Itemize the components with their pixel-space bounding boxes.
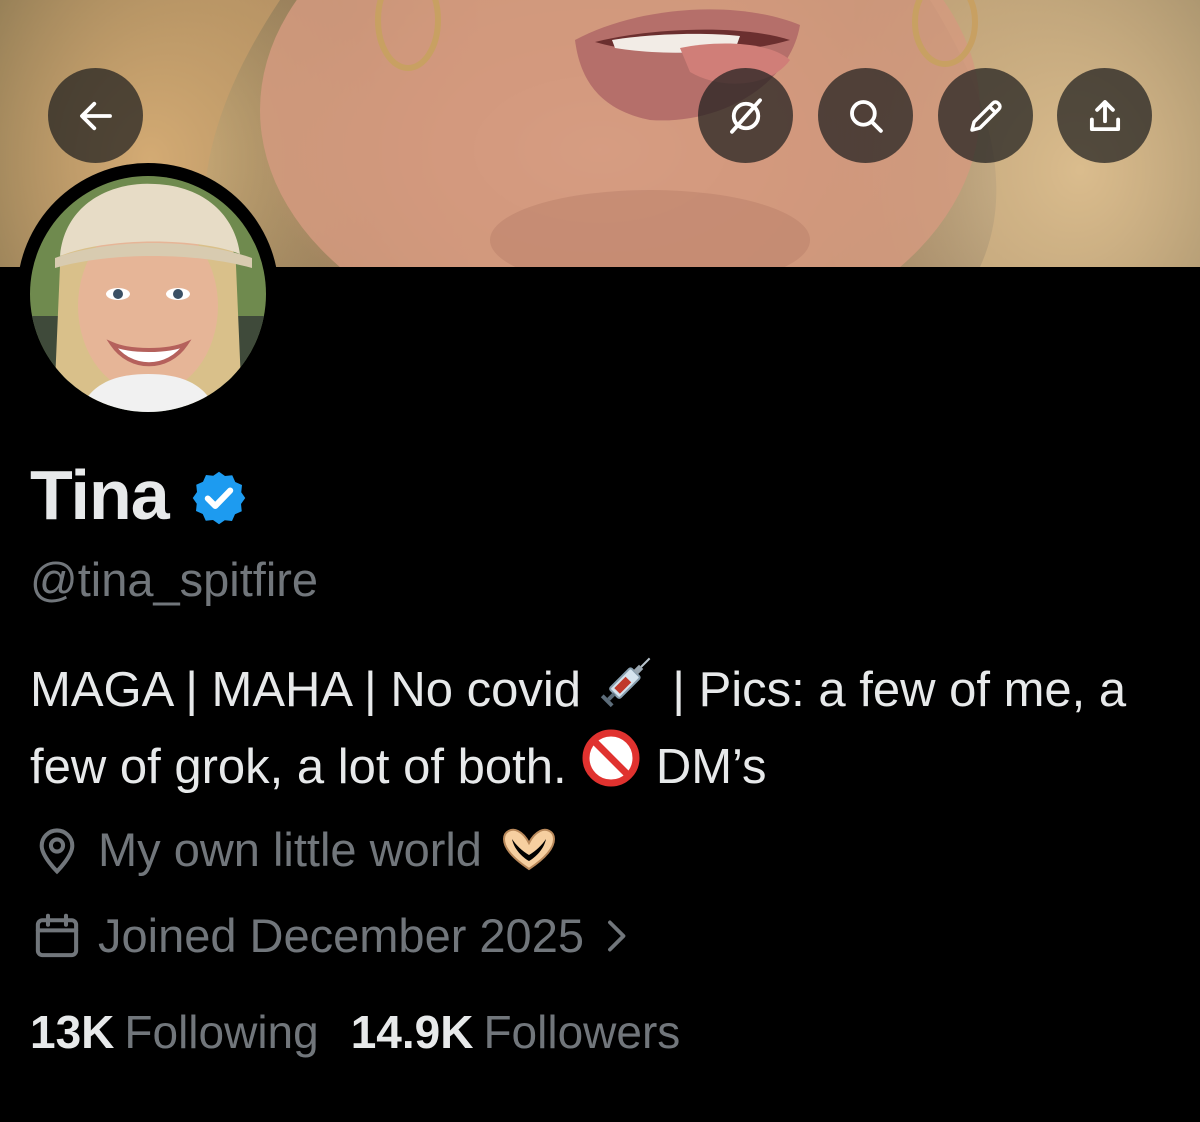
followers-label: Followers <box>483 1006 681 1058</box>
bio-text-3: DM’s <box>655 740 767 794</box>
avatar-photo <box>30 176 266 412</box>
calendar-icon <box>35 913 79 957</box>
profile-bio: MAGA | MAHA | No covid | Pics: a few of … <box>30 650 1170 804</box>
avatar[interactable] <box>30 176 266 412</box>
following-count: 13K <box>30 1006 115 1058</box>
followers-link[interactable]: 14.9K Followers <box>351 1005 681 1059</box>
syringe-emoji-icon <box>600 657 650 708</box>
location-row: My own little world <box>30 822 574 877</box>
bio-text-1: MAGA | MAHA | No covid <box>30 663 582 717</box>
search-icon <box>849 99 883 133</box>
following-label: Following <box>124 1006 319 1058</box>
share-icon <box>1089 99 1120 131</box>
display-name-row: Tina <box>30 455 249 535</box>
edit-button[interactable] <box>938 68 1033 163</box>
chevron-right-icon <box>608 920 626 951</box>
verified-badge-icon[interactable] <box>189 468 249 528</box>
back-arrow-icon <box>79 101 112 130</box>
grok-icon <box>729 97 762 134</box>
followers-count: 14.9K <box>350 1006 474 1058</box>
share-button[interactable] <box>1057 68 1152 163</box>
display-name: Tina <box>30 456 170 534</box>
following-link[interactable]: 13K Following <box>30 1005 319 1059</box>
joined-row[interactable]: Joined December 2025 <box>30 908 646 963</box>
location-pin-icon <box>39 827 75 874</box>
search-button[interactable] <box>818 68 913 163</box>
joined-date-text: Joined December 2025 <box>98 909 584 962</box>
heart-hands-emoji-icon <box>502 828 555 870</box>
back-button[interactable] <box>48 68 143 163</box>
username-handle: @tina_spitfire <box>30 553 319 606</box>
grok-button[interactable] <box>698 68 793 163</box>
follow-stats: 13K Following 14.9K Followers <box>30 1005 712 1059</box>
location-text: My own little world <box>98 823 482 876</box>
pencil-icon <box>969 99 1002 132</box>
no-entry-emoji-icon <box>582 729 640 787</box>
